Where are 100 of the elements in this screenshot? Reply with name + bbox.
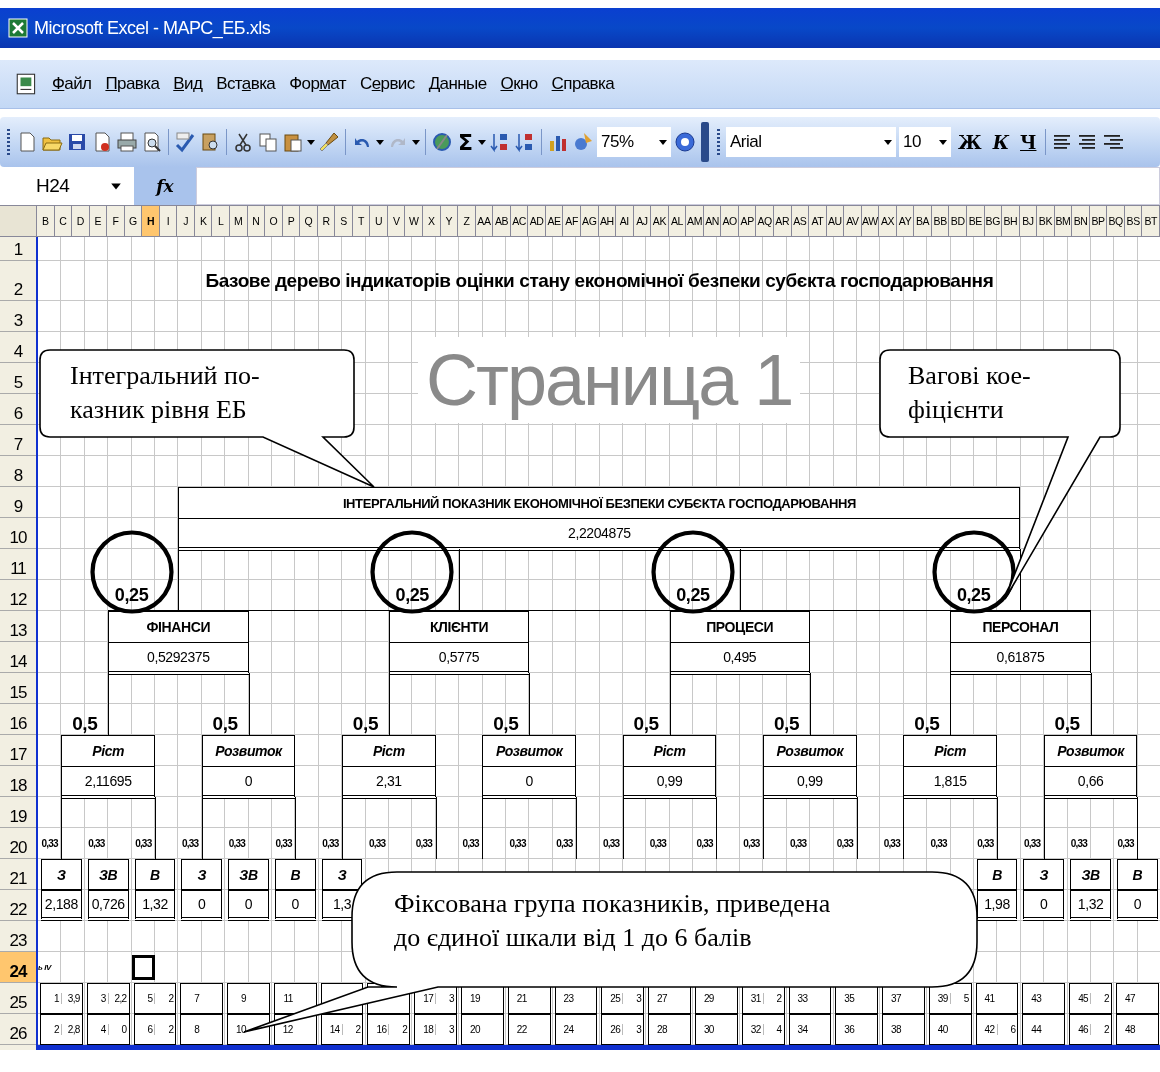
toolbar-options-handle[interactable]	[701, 122, 710, 162]
row-header[interactable]: 21	[0, 859, 36, 890]
column-header[interactable]: AE	[545, 206, 564, 236]
print-preview-icon[interactable]	[141, 131, 163, 153]
column-header[interactable]: R	[317, 206, 336, 236]
dropdown-arrow-icon[interactable]	[376, 138, 384, 146]
globe-icon[interactable]	[431, 131, 453, 153]
dropdown-arrow-icon[interactable]	[478, 138, 487, 146]
row-header[interactable]: 3	[0, 301, 36, 332]
column-header[interactable]: T	[352, 206, 371, 236]
italic-button[interactable]: К	[988, 131, 1014, 153]
column-header[interactable]: L	[212, 206, 230, 236]
underline-button[interactable]: Ч	[1016, 131, 1041, 153]
row-header[interactable]: 6	[0, 394, 36, 425]
spellcheck-icon[interactable]	[174, 131, 196, 153]
paintbrush-icon[interactable]	[318, 131, 340, 153]
column-header[interactable]: BH	[1002, 206, 1020, 236]
column-header[interactable]: BG	[984, 206, 1003, 236]
column-header[interactable]: C	[54, 206, 73, 236]
row-header[interactable]: 22	[0, 890, 36, 921]
row-header[interactable]: 12	[0, 580, 36, 611]
column-header[interactable]: AM	[686, 206, 704, 236]
row-header[interactable]: 7	[0, 425, 36, 456]
column-header[interactable]: AF	[563, 206, 581, 236]
function-label[interactable]: fx	[156, 176, 174, 196]
save-icon[interactable]	[66, 131, 88, 153]
menu-item[interactable]: Сервис	[354, 70, 421, 98]
font-size-field[interactable]: 10	[899, 127, 952, 157]
column-header[interactable]: O	[265, 206, 283, 236]
font-name-field[interactable]: Arial	[726, 127, 897, 157]
row-header[interactable]: 18	[0, 766, 36, 797]
column-header[interactable]: E	[89, 206, 108, 236]
column-header[interactable]: AO	[721, 206, 739, 236]
menu-item[interactable]: Данные	[422, 70, 493, 98]
column-header[interactable]: B	[37, 206, 55, 236]
row-header[interactable]: 1	[0, 237, 36, 261]
column-header[interactable]: AQ	[756, 206, 774, 236]
column-header[interactable]: AK	[651, 206, 669, 236]
column-header[interactable]: K	[194, 206, 213, 236]
menu-item[interactable]: Вставка	[210, 70, 282, 98]
row-header[interactable]: 19	[0, 797, 36, 828]
column-header[interactable]: AG	[580, 206, 599, 236]
bold-button[interactable]: Ж	[954, 131, 986, 153]
row-header[interactable]: 15	[0, 673, 36, 704]
column-header[interactable]: Z	[458, 206, 476, 236]
row-header[interactable]: 17	[0, 735, 36, 766]
column-header[interactable]: Q	[300, 206, 318, 236]
copy-icon[interactable]	[257, 131, 279, 153]
row-header[interactable]: 8	[0, 456, 36, 487]
column-header[interactable]: BK	[1037, 206, 1055, 236]
row-header[interactable]: 26	[0, 1014, 36, 1045]
column-header[interactable]: AH	[598, 206, 617, 236]
column-header[interactable]: J	[177, 206, 195, 236]
row-header[interactable]: 10	[0, 518, 36, 549]
print-icon[interactable]	[116, 131, 138, 153]
column-header[interactable]: BJ	[1019, 206, 1038, 236]
column-header[interactable]: D	[72, 206, 90, 236]
column-header[interactable]: AL	[668, 206, 687, 236]
book-icon[interactable]	[199, 131, 221, 153]
column-header[interactable]: BB	[931, 206, 950, 236]
column-header[interactable]: W	[405, 206, 424, 236]
dropdown-arrow-icon[interactable]	[412, 138, 420, 146]
dropdown-arrow-icon[interactable]	[939, 138, 948, 146]
column-header[interactable]: BT	[1142, 206, 1160, 236]
column-header[interactable]: BQ	[1107, 206, 1125, 236]
row-header[interactable]: 20	[0, 828, 36, 859]
column-header[interactable]: AY	[896, 206, 915, 236]
menu-item[interactable]: Формат	[283, 70, 353, 98]
column-header[interactable]: AV	[844, 206, 862, 236]
column-header[interactable]: P	[282, 206, 301, 236]
column-header[interactable]: AI	[616, 206, 634, 236]
formula-field[interactable]	[196, 167, 1160, 205]
column-header[interactable]: BE	[967, 206, 985, 236]
zoom-field[interactable]: 75%	[597, 127, 672, 157]
column-header[interactable]: BN	[1072, 206, 1090, 236]
column-header[interactable]: I	[159, 206, 178, 236]
column-header[interactable]: H	[142, 206, 160, 236]
drawing-icon[interactable]	[572, 131, 595, 153]
column-header[interactable]: U	[370, 206, 388, 236]
column-header[interactable]: BD	[949, 206, 967, 236]
column-header[interactable]: BP	[1089, 206, 1108, 236]
row-header[interactable]: 4	[0, 332, 36, 363]
column-header[interactable]: AT	[809, 206, 827, 236]
row-header[interactable]: 5	[0, 363, 36, 394]
row-header[interactable]: 11	[0, 549, 36, 580]
row-header[interactable]: 16	[0, 704, 36, 735]
selected-cell-frame[interactable]	[131, 955, 155, 980]
row-header[interactable]: 2	[0, 261, 36, 301]
column-header[interactable]: AN	[703, 206, 722, 236]
row-header[interactable]: 13	[0, 611, 36, 642]
help-icon[interactable]	[674, 131, 697, 153]
row-header[interactable]: 9	[0, 487, 36, 518]
autosum-button[interactable]: Σ	[456, 129, 476, 155]
column-header[interactable]: AB	[493, 206, 511, 236]
column-header[interactable]: BM	[1054, 206, 1073, 236]
column-header[interactable]: V	[387, 206, 406, 236]
column-header[interactable]: BA	[914, 206, 932, 236]
column-header[interactable]: AR	[773, 206, 792, 236]
column-header[interactable]: BS	[1124, 206, 1143, 236]
column-header[interactable]: S	[335, 206, 353, 236]
